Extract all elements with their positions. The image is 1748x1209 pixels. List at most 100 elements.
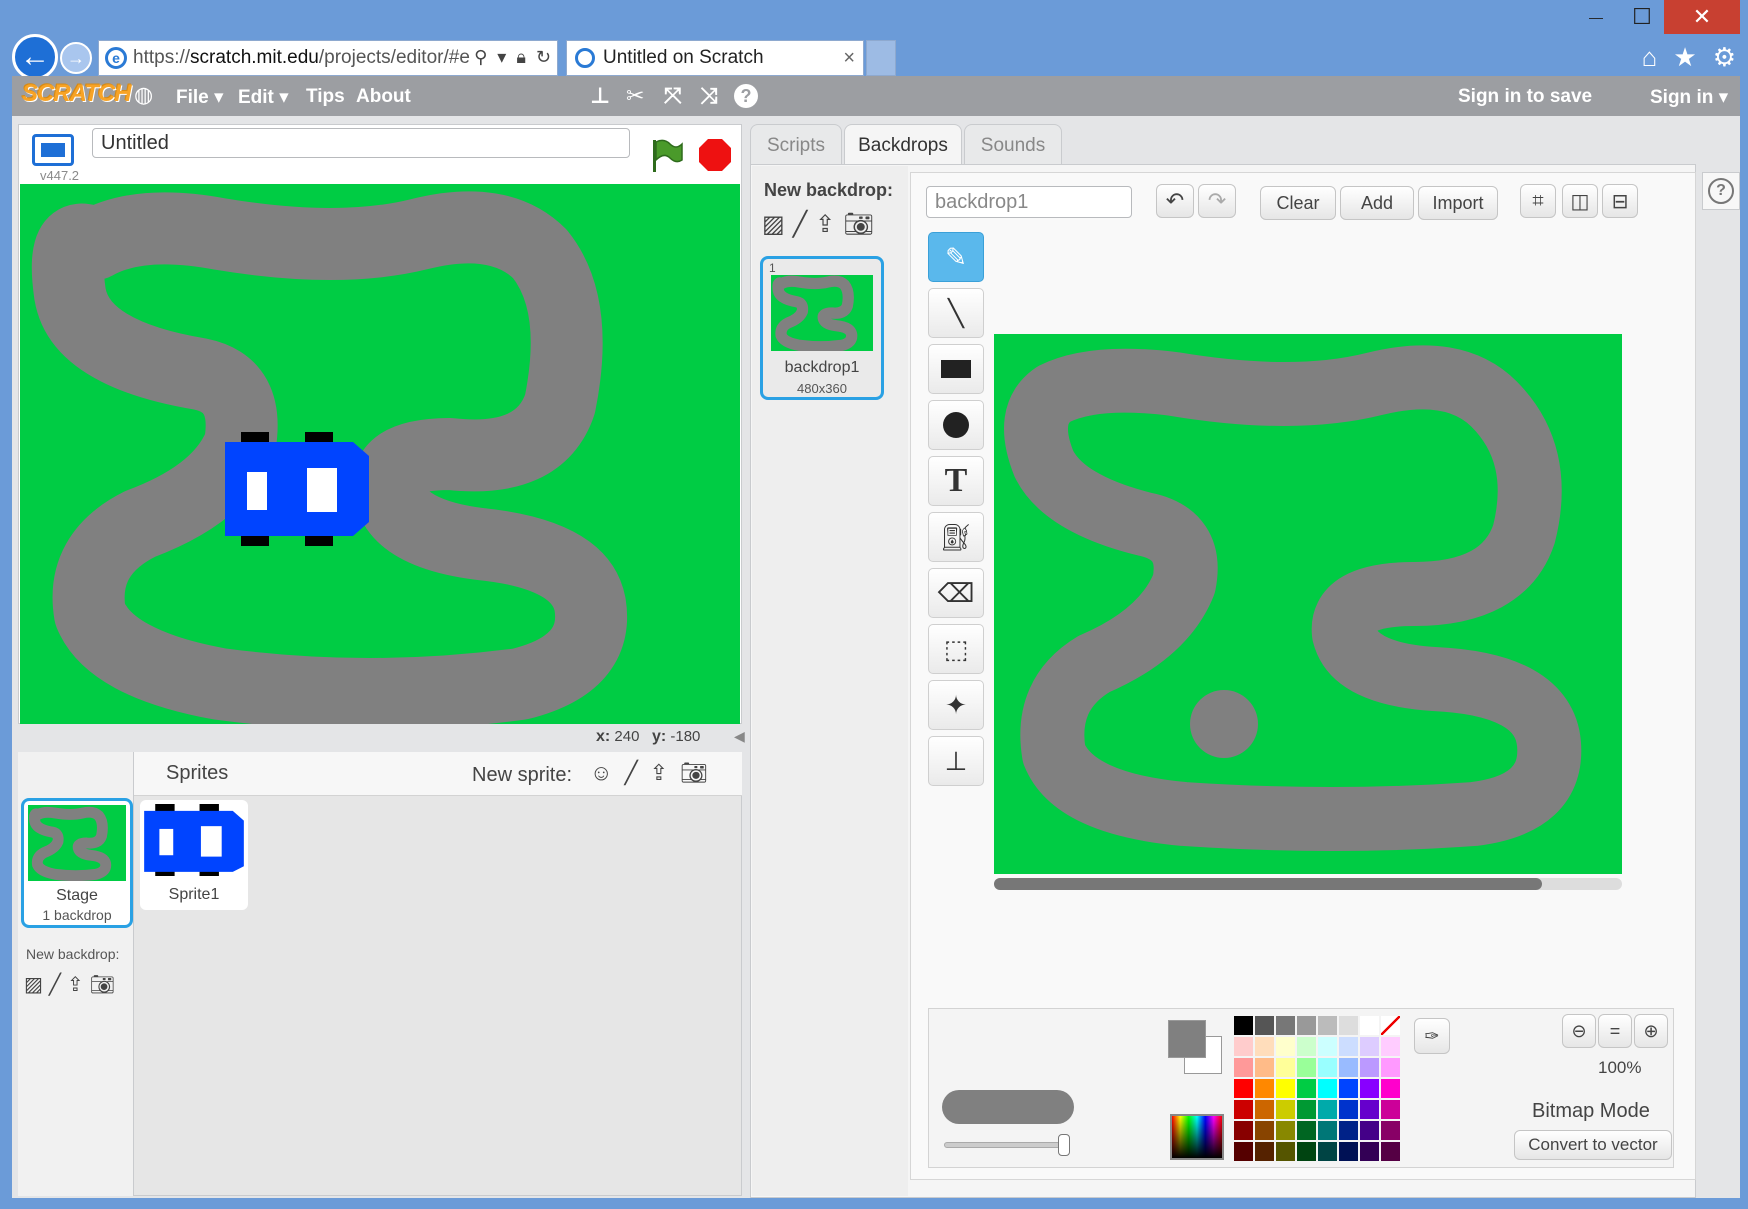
language-globe-icon[interactable]: ◍ — [134, 82, 153, 108]
paint-backdrop-icon[interactable]: ╱ — [49, 972, 61, 997]
palette-swatch[interactable] — [1276, 1037, 1295, 1056]
palette-swatch[interactable] — [1318, 1016, 1337, 1035]
sign-in-to-save-link[interactable]: Sign in to save — [1458, 86, 1592, 108]
text-tool-icon[interactable]: T — [928, 456, 984, 506]
canvas-scrollbar[interactable] — [994, 878, 1622, 890]
palette-swatch[interactable] — [1297, 1142, 1316, 1161]
brush-tool-icon[interactable]: ✎ — [928, 232, 984, 282]
color-picker-gradient[interactable] — [1170, 1114, 1224, 1160]
palette-swatch[interactable] — [1297, 1037, 1316, 1056]
eyedropper-icon[interactable]: ✑ — [1414, 1018, 1450, 1054]
eraser-icon[interactable]: ⌫ — [928, 568, 984, 618]
backdrop-item[interactable]: 1 backdrop1 480x360 — [760, 256, 884, 400]
favorites-star-icon[interactable]: ★ — [1673, 42, 1696, 73]
palette-swatch[interactable] — [1360, 1079, 1379, 1098]
maximize-button[interactable]: ☐ — [1620, 0, 1664, 34]
palette-swatch[interactable] — [1234, 1142, 1253, 1161]
crop-icon[interactable]: ⌗ — [1520, 184, 1556, 218]
menu-edit[interactable]: Edit ▾ — [238, 86, 289, 109]
palette-swatch[interactable] — [1234, 1100, 1253, 1119]
palette-swatch[interactable] — [1381, 1016, 1400, 1035]
paint-backdrop-icon-2[interactable]: ╱ — [793, 210, 807, 239]
menu-about[interactable]: About — [356, 86, 411, 108]
paint-canvas[interactable] — [994, 334, 1622, 874]
camera-backdrop-icon-2[interactable]: 📷︎ — [843, 210, 873, 239]
camera-sprite-icon[interactable]: 📷︎ — [680, 760, 708, 786]
palette-swatch[interactable] — [1339, 1142, 1358, 1161]
paint-sprite-icon[interactable]: ╱ — [624, 760, 637, 786]
palette-swatch[interactable] — [1360, 1058, 1379, 1077]
brush-size-handle[interactable] — [1058, 1134, 1070, 1156]
tab-scripts[interactable]: Scripts — [750, 124, 842, 166]
ellipse-tool-icon[interactable] — [928, 400, 984, 450]
upload-backdrop-icon-2[interactable]: ⇪ — [815, 210, 835, 239]
palette-swatch[interactable] — [1339, 1079, 1358, 1098]
home-icon[interactable]: ⌂ — [1642, 42, 1658, 73]
backdrop-library-icon[interactable]: ▨ — [24, 972, 43, 997]
green-flag-icon[interactable] — [650, 138, 684, 174]
duplicate-stamp-icon[interactable]: ⊥ — [590, 83, 610, 109]
palette-swatch[interactable] — [1339, 1121, 1358, 1140]
close-window-button[interactable]: ✕ — [1664, 0, 1740, 34]
costume-name-input[interactable]: backdrop1 — [926, 186, 1132, 218]
fullscreen-icon[interactable] — [32, 134, 74, 166]
shrink-icon[interactable]: ⤨ — [700, 83, 718, 109]
palette-swatch[interactable] — [1297, 1079, 1316, 1098]
stage-canvas[interactable] — [20, 184, 740, 724]
sign-in-menu[interactable]: Sign in ▾ — [1650, 86, 1728, 109]
zoom-out-icon[interactable]: ⊖ — [1562, 1014, 1596, 1048]
undo-button[interactable]: ↶ — [1156, 184, 1194, 218]
search-icon[interactable]: ⚲ — [474, 47, 487, 68]
palette-swatch[interactable] — [1318, 1037, 1337, 1056]
palette-swatch[interactable] — [1339, 1100, 1358, 1119]
browser-tab[interactable]: Untitled on Scratch × — [566, 40, 864, 76]
redo-button[interactable]: ↷ — [1198, 184, 1236, 218]
palette-swatch[interactable] — [1234, 1079, 1253, 1098]
primary-color-swatch[interactable] — [1168, 1020, 1206, 1058]
palette-swatch[interactable] — [1381, 1058, 1400, 1077]
scratch-logo[interactable]: SCRATCH — [22, 80, 132, 108]
project-title-input[interactable]: Untitled — [92, 128, 630, 158]
magic-wand-icon[interactable]: ✦ — [928, 680, 984, 730]
new-tab-button[interactable] — [866, 40, 896, 76]
stage-thumbnail[interactable]: Stage 1 backdrop — [21, 798, 133, 928]
clear-button[interactable]: Clear — [1260, 186, 1336, 220]
add-button[interactable]: Add — [1340, 186, 1414, 220]
tab-close-icon[interactable]: × — [843, 47, 855, 70]
palette-swatch[interactable] — [1381, 1079, 1400, 1098]
collapse-stage-arrow-icon[interactable]: ◀ — [734, 728, 745, 745]
palette-swatch[interactable] — [1255, 1142, 1274, 1161]
palette-swatch[interactable] — [1339, 1058, 1358, 1077]
upload-backdrop-icon[interactable]: ⇪ — [67, 972, 84, 997]
palette-swatch[interactable] — [1297, 1016, 1316, 1035]
palette-swatch[interactable] — [1381, 1121, 1400, 1140]
palette-swatch[interactable] — [1234, 1016, 1253, 1035]
zoom-in-icon[interactable]: ⊕ — [1634, 1014, 1668, 1048]
dropdown-icon[interactable]: ▾ — [497, 47, 506, 68]
palette-swatch[interactable] — [1360, 1100, 1379, 1119]
palette-swatch[interactable] — [1255, 1016, 1274, 1035]
palette-swatch[interactable] — [1255, 1100, 1274, 1119]
back-button[interactable]: ← — [12, 34, 58, 80]
convert-to-vector-button[interactable]: Convert to vector — [1514, 1130, 1672, 1160]
palette-swatch[interactable] — [1276, 1079, 1295, 1098]
palette-swatch[interactable] — [1255, 1058, 1274, 1077]
help-question-icon[interactable]: ? — [734, 84, 758, 108]
sprite-thumbnail[interactable]: Sprite1 — [140, 800, 248, 910]
palette-swatch[interactable] — [1234, 1058, 1253, 1077]
stamp-tool-icon[interactable]: ⊥ — [928, 736, 984, 786]
brush-size-slider[interactable] — [944, 1142, 1066, 1148]
palette-swatch[interactable] — [1297, 1100, 1316, 1119]
palette-swatch[interactable] — [1255, 1037, 1274, 1056]
palette-swatch[interactable] — [1318, 1079, 1337, 1098]
palette-swatch[interactable] — [1339, 1037, 1358, 1056]
sprite-library-icon[interactable]: ☺ — [590, 760, 612, 786]
palette-swatch[interactable] — [1297, 1121, 1316, 1140]
refresh-icon[interactable]: ↻ — [536, 47, 551, 68]
palette-swatch[interactable] — [1381, 1037, 1400, 1056]
forward-button[interactable]: → — [60, 42, 92, 74]
palette-swatch[interactable] — [1234, 1121, 1253, 1140]
rectangle-tool-icon[interactable] — [928, 344, 984, 394]
palette-swatch[interactable] — [1255, 1079, 1274, 1098]
tab-backdrops[interactable]: Backdrops — [844, 124, 962, 166]
